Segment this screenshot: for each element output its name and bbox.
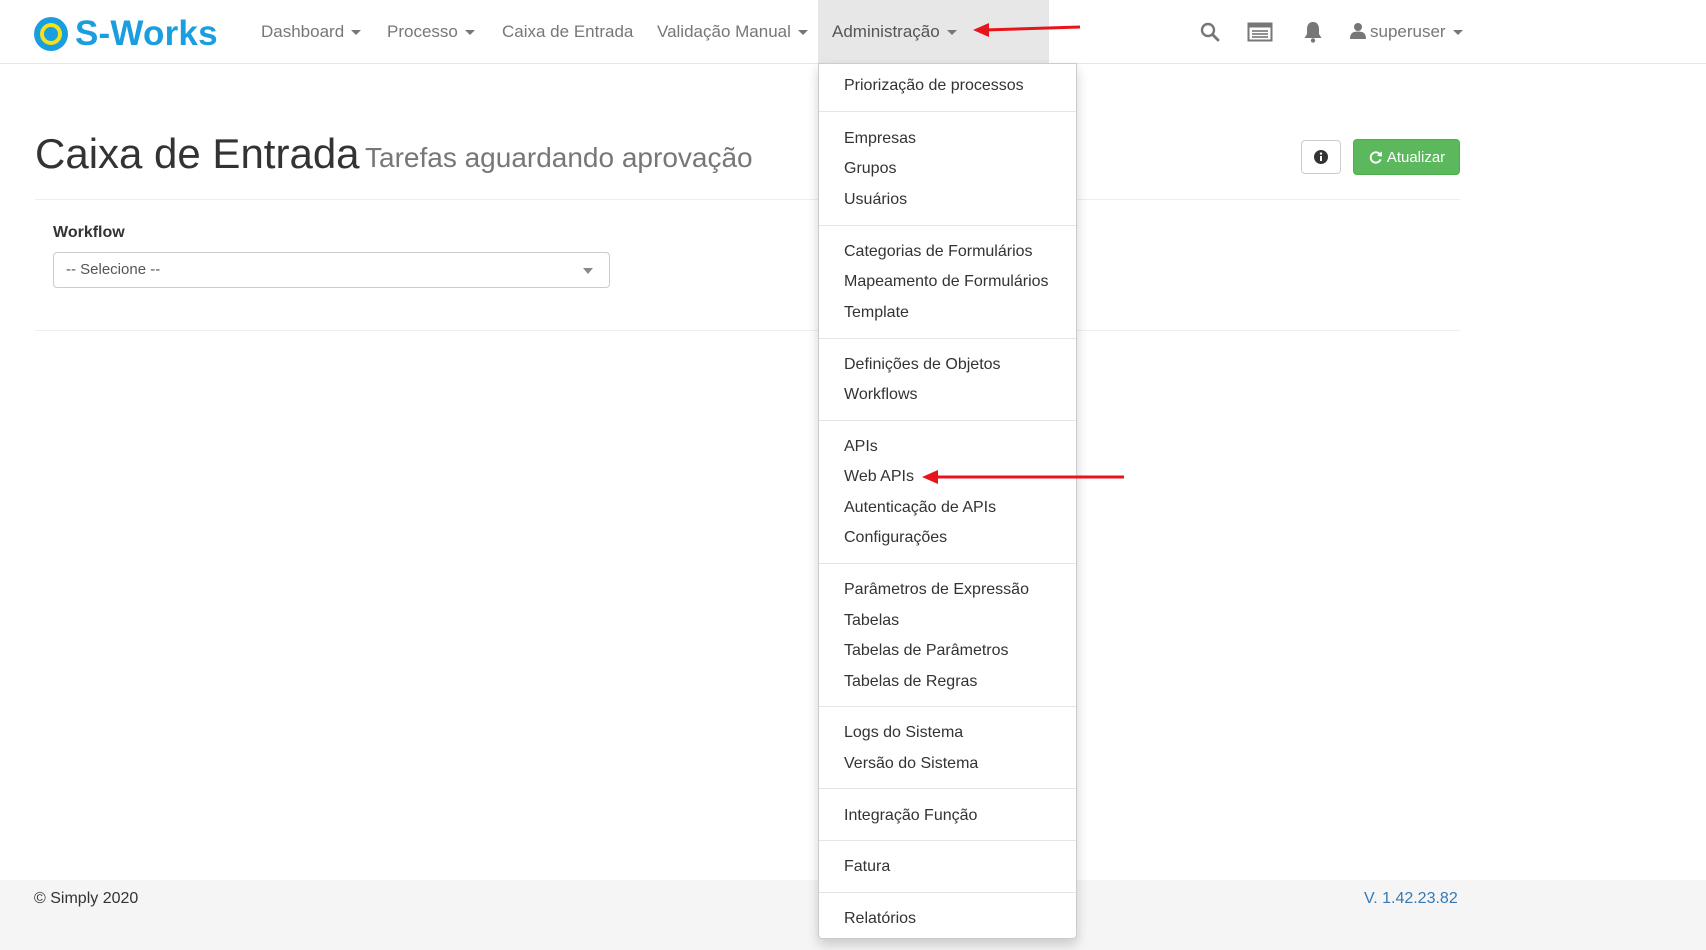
nav-validacao-manual-label: Validação Manual	[657, 22, 791, 41]
refresh-icon	[1369, 150, 1382, 164]
top-navbar: S-Works Dashboard Processo Caixa de Entr…	[0, 0, 1706, 64]
caret-down-icon	[464, 30, 475, 36]
header-divider	[35, 199, 1460, 200]
user-menu[interactable]: superuser	[1350, 0, 1463, 64]
menu-item-parametros-expressao[interactable]: Parâmetros de Expressão	[844, 580, 1029, 600]
nav-dashboard[interactable]: Dashboard	[247, 0, 375, 64]
menu-item-tabelas-regras[interactable]: Tabelas de Regras	[844, 672, 977, 692]
info-icon	[1314, 150, 1328, 164]
list-icon[interactable]	[1247, 20, 1273, 44]
menu-item-autenticacao-apis[interactable]: Autenticação de APIs	[844, 498, 996, 518]
menu-divider	[819, 225, 1076, 226]
brand-logo-link[interactable]: S-Works	[34, 14, 218, 53]
menu-divider	[819, 111, 1076, 112]
refresh-button-label: Atualizar	[1386, 148, 1446, 166]
menu-divider	[819, 892, 1076, 893]
filter-divider	[35, 330, 1460, 331]
menu-item-integracao-funcao[interactable]: Integração Função	[844, 806, 977, 826]
menu-divider	[819, 788, 1076, 789]
workflow-label: Workflow	[53, 224, 125, 241]
menu-item-workflows[interactable]: Workflows	[844, 385, 918, 405]
menu-divider	[819, 420, 1076, 421]
annotation-arrow-icon	[973, 23, 1081, 37]
bell-icon[interactable]	[1301, 20, 1325, 44]
caret-down-icon	[946, 30, 957, 36]
menu-item-relatorios[interactable]: Relatórios	[844, 909, 916, 929]
menu-item-tabelas[interactable]: Tabelas	[844, 611, 899, 631]
menu-item-configuracoes[interactable]: Configurações	[844, 528, 947, 548]
menu-item-empresas[interactable]: Empresas	[844, 129, 916, 149]
brand-logo-icon	[34, 17, 68, 51]
menu-item-definicoes-objetos[interactable]: Definições de Objetos	[844, 355, 1001, 375]
page-title: Caixa de Entrada	[35, 130, 360, 177]
menu-divider	[819, 563, 1076, 564]
menu-item-categorias-formularios[interactable]: Categorias de Formulários	[844, 242, 1033, 262]
nav-processo[interactable]: Processo	[373, 0, 489, 64]
menu-divider	[819, 840, 1076, 841]
menu-divider	[819, 338, 1076, 339]
workflow-select[interactable]: -- Selecione --	[53, 252, 610, 288]
menu-item-apis[interactable]: APIs	[844, 437, 878, 457]
menu-item-web-apis[interactable]: Web APIs	[844, 467, 914, 487]
footer-copyright: © Simply 2020	[34, 890, 139, 907]
annotation-arrow-icon	[922, 470, 1124, 484]
chevron-down-icon	[583, 268, 593, 274]
admin-dropdown-menu: Priorização de processos Empresas Grupos…	[818, 63, 1077, 939]
nav-dashboard-label: Dashboard	[261, 22, 345, 41]
user-icon	[1350, 23, 1366, 39]
search-icon[interactable]	[1198, 20, 1222, 44]
menu-item-logs-sistema[interactable]: Logs do Sistema	[844, 723, 963, 743]
page-subtitle: Tarefas aguardando aprovação	[365, 142, 753, 173]
nav-caixa-de-entrada-label: Caixa de Entrada	[502, 22, 634, 41]
refresh-button[interactable]: Atualizar	[1353, 139, 1460, 175]
workflow-select-value: -- Selecione --	[66, 261, 161, 278]
menu-item-priorizacao[interactable]: Priorização de processos	[844, 76, 1024, 96]
caret-down-icon	[351, 30, 362, 36]
nav-caixa-de-entrada[interactable]: Caixa de Entrada	[488, 0, 647, 64]
caret-down-icon	[1452, 30, 1463, 36]
menu-item-fatura[interactable]: Fatura	[844, 857, 890, 877]
menu-item-versao-sistema[interactable]: Versão do Sistema	[844, 754, 978, 774]
menu-item-usuarios[interactable]: Usuários	[844, 190, 907, 210]
nav-validacao-manual[interactable]: Validação Manual	[643, 0, 822, 64]
caret-down-icon	[797, 30, 808, 36]
menu-item-grupos[interactable]: Grupos	[844, 159, 896, 179]
footer-version[interactable]: V. 1.42.23.82	[1364, 890, 1458, 908]
user-name: superuser	[1370, 22, 1446, 41]
brand-name: S-Works	[75, 14, 218, 53]
menu-item-template[interactable]: Template	[844, 303, 909, 323]
info-button[interactable]	[1301, 140, 1341, 174]
nav-processo-label: Processo	[387, 22, 458, 41]
menu-item-mapeamento-formularios[interactable]: Mapeamento de Formulários	[844, 272, 1049, 292]
menu-item-tabelas-parametros[interactable]: Tabelas de Parâmetros	[844, 641, 1009, 661]
menu-divider	[819, 706, 1076, 707]
nav-administracao-label: Administração	[832, 22, 940, 41]
